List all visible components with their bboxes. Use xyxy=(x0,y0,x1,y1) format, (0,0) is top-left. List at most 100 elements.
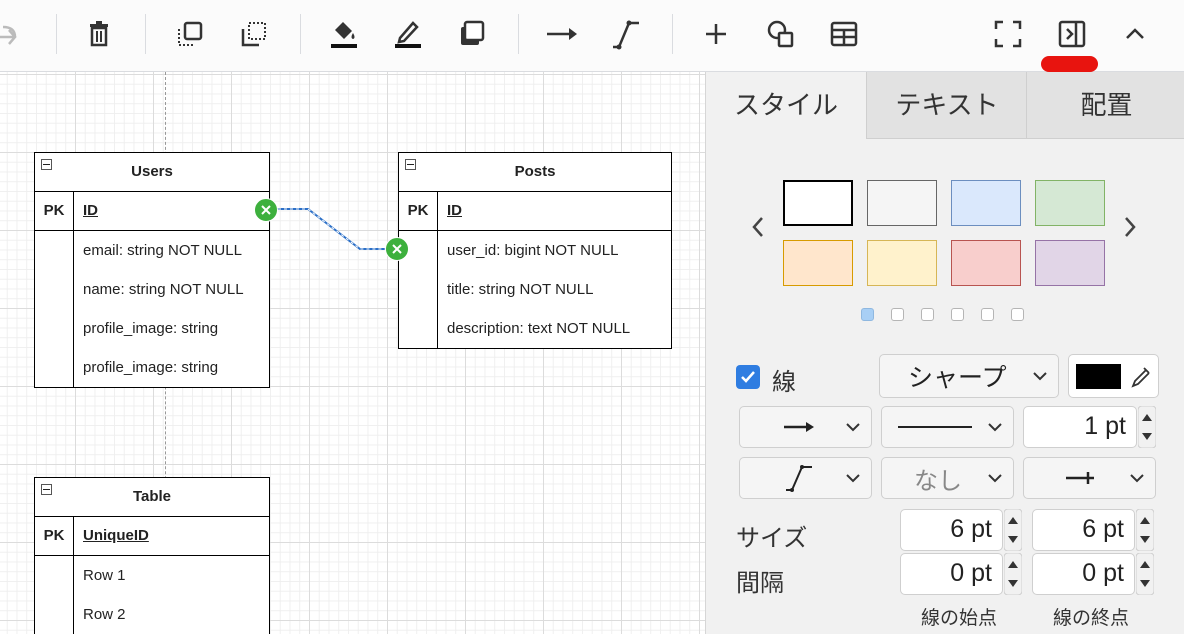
swatch-page-dot[interactable] xyxy=(861,308,874,321)
table-row[interactable]: description: text NOT NULL xyxy=(438,309,671,348)
spacing-end-stepper[interactable] xyxy=(1136,553,1154,595)
style-swatch[interactable] xyxy=(951,180,1021,226)
style-swatch[interactable] xyxy=(783,180,853,226)
swatch-page-dot[interactable] xyxy=(981,308,994,321)
line-color-icon[interactable] xyxy=(388,14,428,54)
style-swatch[interactable] xyxy=(783,240,853,286)
line-end-caption: 線の終点 xyxy=(1053,608,1130,629)
size-end-input[interactable]: 6 pt xyxy=(1032,509,1135,551)
arrow-right-icon xyxy=(784,422,814,432)
generic-table[interactable]: Table PK UniqueID Row 1 Row 2 xyxy=(34,477,270,634)
collapse-toggle-icon[interactable] xyxy=(41,484,52,495)
chevron-down-icon xyxy=(988,423,1002,432)
swatch-page-dot[interactable] xyxy=(921,308,934,321)
swatch-page-dot[interactable] xyxy=(891,308,904,321)
chevron-down-icon xyxy=(988,474,1002,483)
spacing-start-stepper[interactable] xyxy=(1004,553,1022,595)
posts-table[interactable]: Posts PK ID user_id: bigint NOT NULL tit… xyxy=(398,152,672,349)
pk-field: ID xyxy=(447,202,462,219)
tab-text[interactable]: テキスト xyxy=(866,72,1027,139)
style-swatch[interactable] xyxy=(867,180,937,226)
spacing-start-input[interactable]: 0 pt xyxy=(900,553,1003,595)
connector-end-handle[interactable] xyxy=(385,237,409,261)
line-end-arrow-select[interactable] xyxy=(739,406,872,448)
pk-field: UniqueID xyxy=(83,527,149,544)
collapse-toggle-icon[interactable] xyxy=(405,159,416,170)
table-row[interactable]: Row 1 xyxy=(74,556,269,595)
collapse-toggle-icon[interactable] xyxy=(41,159,52,170)
table-row[interactable]: user_id: bigint NOT NULL xyxy=(438,231,671,270)
size-start-stepper[interactable] xyxy=(1004,509,1022,551)
waypoints-icon[interactable] xyxy=(606,14,646,54)
chevron-down-icon xyxy=(1130,474,1144,483)
tab-arrange[interactable]: 配置 xyxy=(1026,72,1184,139)
redo-icon[interactable] xyxy=(0,14,28,54)
chevron-down-icon xyxy=(1033,372,1047,381)
table-row[interactable]: PK ID xyxy=(399,192,671,231)
eyedropper-icon[interactable] xyxy=(1130,365,1152,389)
line-width-input[interactable]: 1 pt xyxy=(1023,406,1137,448)
table-row[interactable]: name: string NOT NULL xyxy=(74,270,269,309)
to-back-icon[interactable] xyxy=(234,14,274,54)
line-start-select[interactable]: なし xyxy=(881,457,1014,499)
table-row[interactable]: profile_image: string xyxy=(74,348,269,387)
table-icon[interactable] xyxy=(824,14,864,54)
swatch-page-dot[interactable] xyxy=(1011,308,1024,321)
style-swatch[interactable] xyxy=(867,240,937,286)
format-panel: スタイル テキスト 配置 線 シャープ 1 pt なし サイズ 6 pt 6 p… xyxy=(705,72,1184,634)
style-swatch[interactable] xyxy=(1035,240,1105,286)
insert-icon[interactable] xyxy=(696,14,736,54)
diagram-canvas[interactable]: Users PK ID email: string NOT NULL name:… xyxy=(0,72,705,634)
size-end-stepper[interactable] xyxy=(1136,509,1154,551)
toolbar xyxy=(0,0,1184,72)
fill-color-icon[interactable] xyxy=(324,14,364,54)
size-start-input[interactable]: 6 pt xyxy=(900,509,1003,551)
line-color-swatch xyxy=(1076,364,1121,389)
table-row[interactable]: Row 2 xyxy=(74,595,269,634)
pk-field: ID xyxy=(83,202,98,219)
spacing-end-input[interactable]: 0 pt xyxy=(1032,553,1135,595)
table-row[interactable]: PK UniqueID xyxy=(35,517,269,556)
line-pattern-select[interactable] xyxy=(881,406,1014,448)
line-end-marker-icon xyxy=(1066,472,1094,484)
line-color-picker[interactable] xyxy=(1068,354,1159,398)
spacing-label: 間隔 xyxy=(736,570,784,597)
table-row[interactable]: email: string NOT NULL xyxy=(74,231,269,270)
pk-label: PK xyxy=(35,192,74,230)
line-checkbox[interactable] xyxy=(736,365,760,389)
connection-arrow-icon[interactable] xyxy=(542,14,582,54)
line-style-select[interactable]: シャープ xyxy=(879,354,1059,398)
size-label: サイズ xyxy=(736,525,808,552)
collapse-icon[interactable] xyxy=(1115,14,1155,54)
waypoint-style-select[interactable] xyxy=(739,457,872,499)
fullscreen-icon[interactable] xyxy=(988,14,1028,54)
table-row[interactable]: profile_image: string xyxy=(74,309,269,348)
shape-icon[interactable] xyxy=(760,14,800,54)
delete-icon[interactable] xyxy=(79,14,119,54)
chevron-down-icon xyxy=(846,423,860,432)
waypoints-icon xyxy=(786,465,812,492)
line-end-select[interactable] xyxy=(1023,457,1156,499)
swatch-next-icon[interactable] xyxy=(1122,215,1138,246)
highlight-mark xyxy=(1041,56,1098,72)
line-width-stepper[interactable] xyxy=(1138,406,1156,448)
pk-label: PK xyxy=(35,517,74,555)
format-panel-icon[interactable] xyxy=(1052,14,1092,54)
table-title[interactable]: Posts xyxy=(399,153,671,192)
swatch-page-dot[interactable] xyxy=(951,308,964,321)
table-title[interactable]: Users xyxy=(35,153,269,192)
table-row[interactable]: title: string NOT NULL xyxy=(438,270,671,309)
tab-style[interactable]: スタイル xyxy=(706,72,866,138)
table-title[interactable]: Table xyxy=(35,478,269,517)
shadow-icon[interactable] xyxy=(452,14,492,54)
line-label: 線 xyxy=(772,369,796,396)
chevron-down-icon xyxy=(846,474,860,483)
table-row[interactable]: PK ID xyxy=(35,192,269,231)
style-swatch[interactable] xyxy=(1035,180,1105,226)
to-front-icon[interactable] xyxy=(170,14,210,54)
connector-start-handle[interactable] xyxy=(254,198,278,222)
users-table[interactable]: Users PK ID email: string NOT NULL name:… xyxy=(34,152,270,388)
line-start-caption: 線の始点 xyxy=(921,608,998,629)
style-swatch[interactable] xyxy=(951,240,1021,286)
swatch-prev-icon[interactable] xyxy=(750,215,766,246)
